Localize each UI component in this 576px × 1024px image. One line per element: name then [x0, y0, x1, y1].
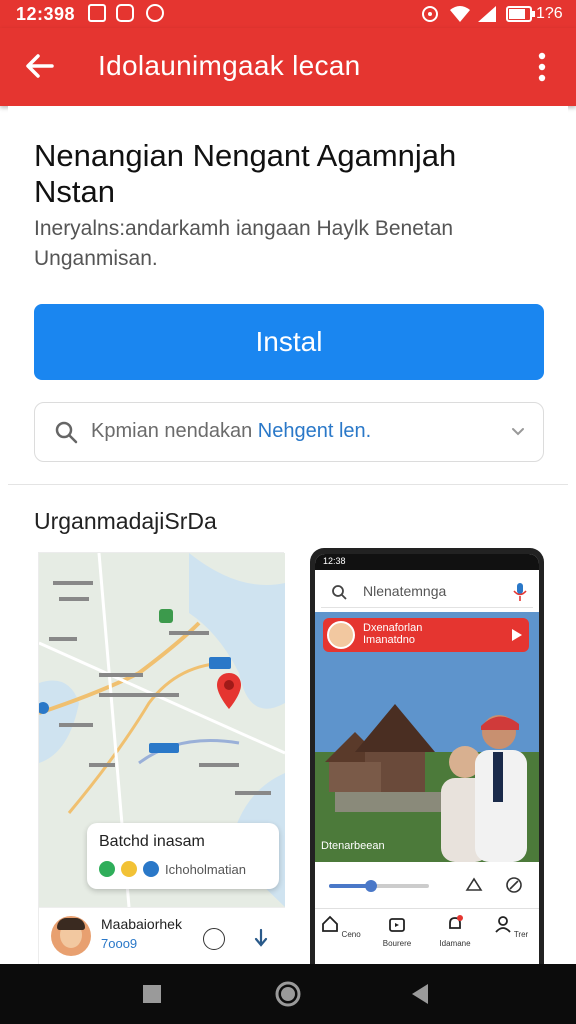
banner-line-1: Dxenaforlan [363, 622, 423, 634]
chevron-down-icon[interactable] [511, 425, 525, 439]
install-button[interactable]: Instal [34, 304, 544, 380]
banner-avatar [327, 621, 355, 649]
message-icon [116, 4, 134, 22]
green-marker-icon [99, 861, 115, 877]
camera-icon[interactable] [203, 928, 225, 950]
recents-icon[interactable] [136, 978, 168, 1010]
alarm-icon [422, 6, 438, 22]
more-vert-icon[interactable] [530, 50, 554, 84]
phone-video-banner: Dxenaforlan Imanatdno [323, 618, 529, 652]
arrow-left-icon[interactable] [22, 48, 58, 84]
page-description: Ineryalns:andarkamh iangaan Haylk Beneta… [34, 217, 454, 270]
search-placeholder-text: Kpmian nendakan [91, 420, 253, 442]
user-name: Maabaiorhek [101, 916, 182, 932]
share-icon [465, 877, 483, 891]
app-bar-title: Idolaunimgaak lecan [98, 50, 361, 81]
phone-status-time: 12:38 [323, 556, 346, 566]
banner-line-2: Imanatdno [363, 634, 415, 646]
phone-nav-label: Trer [513, 930, 529, 939]
phone-search-bar: Nlenatemnga [321, 576, 533, 608]
search-placeholder-highlight: Nehgent len. [257, 420, 372, 442]
search-icon [332, 585, 347, 600]
phone-player-controls [315, 868, 539, 904]
home-icon [322, 915, 339, 932]
map-info-card[interactable]: Batchd inasam Ichoholmatian [87, 823, 279, 889]
phone-nav-label: Ceno [341, 930, 361, 939]
wifi-icon [450, 6, 470, 22]
status-time: 12:398 [16, 4, 76, 24]
phone-nav-profile: Trer [487, 915, 535, 939]
main-content: Nenangian Nengant Agamnjah Nstan Ineryal… [8, 106, 568, 965]
phone-nav-label: Bourere [382, 939, 412, 948]
battery-icon [506, 6, 535, 22]
microphone-icon [513, 583, 527, 601]
progress-knob [365, 880, 377, 892]
subscriptions-icon [389, 918, 405, 932]
map-footer: Maabaiorhek 7ooo9 [39, 907, 285, 965]
bell-icon [449, 915, 463, 929]
map-info-row: Ichoholmatian [99, 861, 246, 877]
search-placeholder: Kpmian nendakan Nehgent len. [91, 420, 371, 443]
phone-photo: Dxenaforlan Imanatdno Dtenarbeean [315, 612, 539, 862]
system-nav-bar [0, 964, 576, 1024]
arrow-down-icon[interactable] [253, 928, 269, 948]
home-button-icon[interactable] [272, 978, 304, 1010]
banner-text: Dxenaforlan Imanatdno [363, 622, 422, 646]
photo-caption: Dtenarbeean [321, 840, 385, 852]
map-pin-icon[interactable] [215, 671, 243, 711]
search-input[interactable]: Kpmian nendakan Nehgent len. [34, 402, 544, 462]
screenshot-map[interactable]: Batchd inasam Ichoholmatian Maabaiorhek … [38, 552, 285, 965]
notification-icon [88, 4, 106, 22]
blue-marker-icon [143, 861, 159, 877]
screenshot-phone[interactable]: 12:38 Nlenatemnga Dxenaforlan Imanatdno … [310, 548, 544, 964]
map-info-title: Batchd inasam [99, 833, 205, 850]
play-icon [512, 629, 522, 641]
page-title: Nenangian Nengant Agamnjah Nstan [34, 138, 457, 209]
app-bar: Idolaunimgaak lecan [0, 28, 576, 106]
app-notification-icon [146, 4, 164, 22]
map-info-row-text: Ichoholmatian [165, 861, 246, 877]
profile-icon [495, 916, 511, 933]
phone-nav-notifications: Idamane [431, 915, 479, 948]
battery-percent: 1?6 [536, 5, 563, 22]
status-bar: 12:398 1?6 [0, 0, 576, 28]
cast-icon [506, 877, 522, 893]
phone-nav-subscriptions: Bourere [373, 915, 421, 948]
phone-bottom-nav: Ceno Bourere Idamane Trer [315, 908, 539, 964]
user-sub: 7ooo9 [101, 936, 138, 951]
section-title: UrganmadajiSrDa [34, 508, 217, 534]
phone-search-text: Nlenatemnga [363, 583, 447, 599]
divider [8, 484, 568, 485]
yellow-marker-icon [121, 861, 137, 877]
phone-nav-home: Ceno [317, 915, 365, 939]
progress-track [329, 880, 429, 892]
phone-screen: 12:38 Nlenatemnga Dxenaforlan Imanatdno … [315, 554, 539, 964]
avatar [51, 916, 91, 956]
signal-icon [478, 6, 496, 22]
phone-nav-label: Idamane [439, 939, 471, 948]
search-icon [55, 421, 78, 444]
phone-status-bar: 12:38 [315, 554, 539, 570]
back-button-icon[interactable] [404, 978, 436, 1010]
